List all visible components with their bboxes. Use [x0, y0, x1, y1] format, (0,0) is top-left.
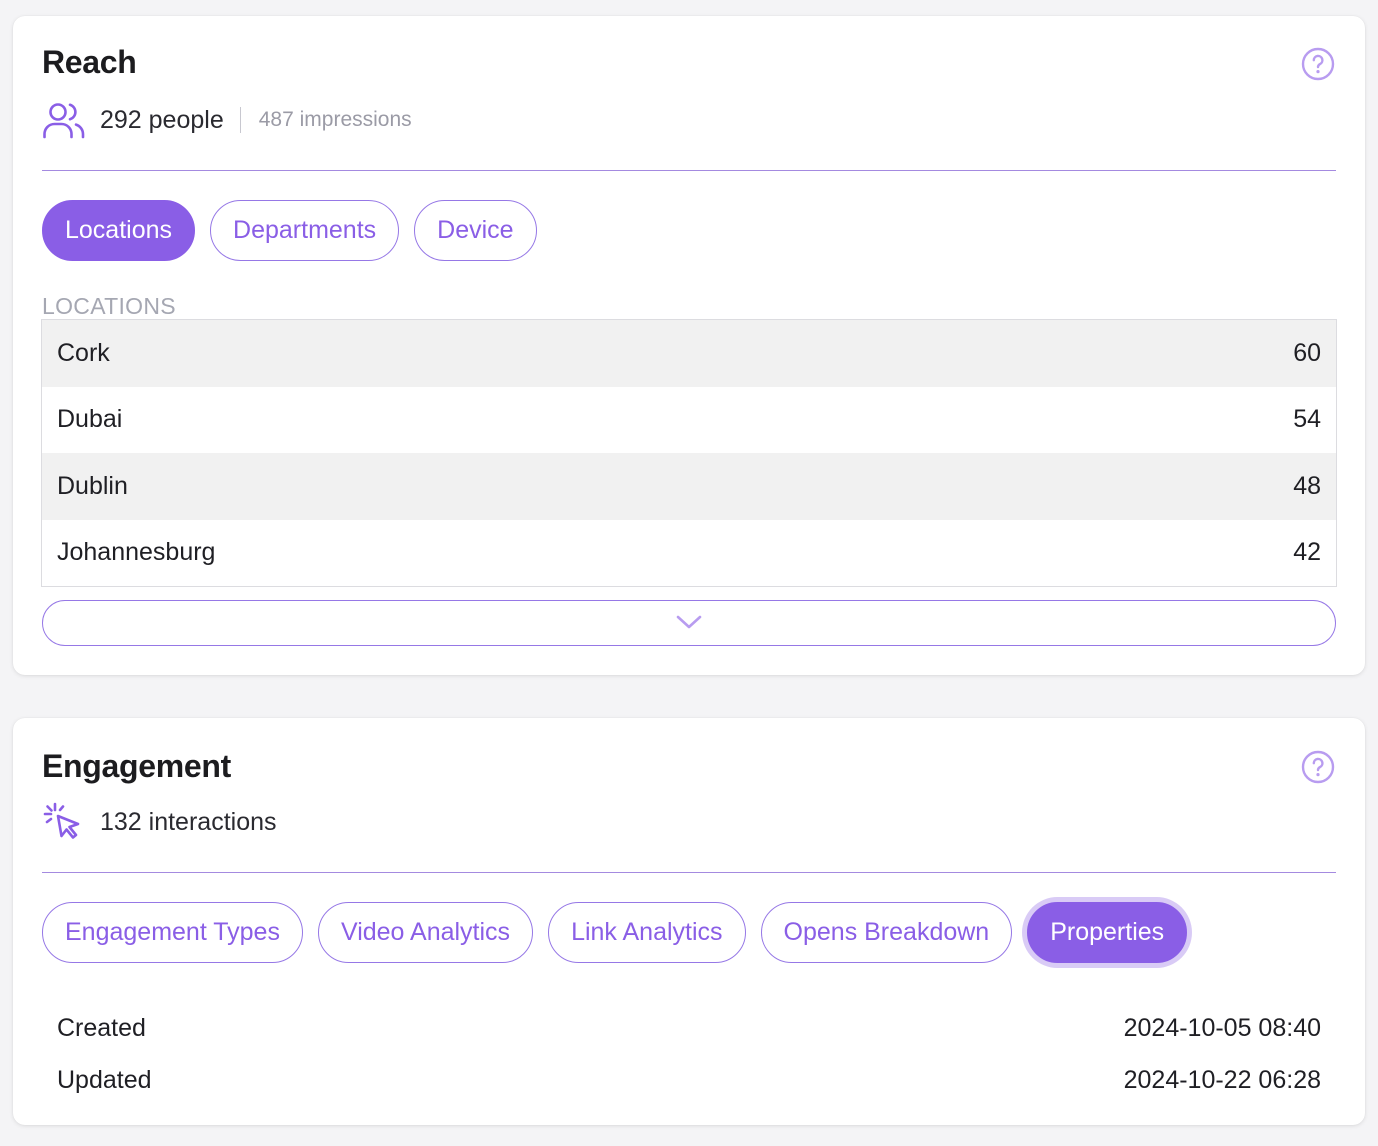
property-row: Created 2024-10-05 08:40 [57, 1002, 1321, 1054]
impressions-count: 487 impressions [258, 108, 412, 131]
table-row: Johannesburg 42 [42, 519, 1336, 586]
tab-link-analytics[interactable]: Link Analytics [548, 902, 746, 963]
locations-table: Cork 60 Dubai 54 Dublin 48 Johannesburg … [41, 319, 1337, 587]
interactions-count: 132 interactions [100, 807, 277, 836]
reach-title: Reach [42, 44, 137, 80]
users-icon [42, 100, 86, 140]
property-label: Created [57, 1013, 146, 1042]
reach-card: Reach 292 people 487 impressions Locatio… [13, 16, 1365, 675]
table-row: Cork 60 [42, 320, 1336, 387]
tab-engagement-types[interactable]: Engagement Types [42, 902, 303, 963]
question-circle-icon[interactable] [1301, 47, 1335, 81]
property-value: 2024-10-22 06:28 [1123, 1065, 1321, 1094]
people-count: 292 people [100, 105, 224, 134]
property-value: 2024-10-05 08:40 [1123, 1013, 1321, 1042]
property-row: Updated 2024-10-22 06:28 [57, 1054, 1321, 1106]
property-label: Updated [57, 1065, 152, 1094]
engagement-card: Engagement 132 interactions Engagement T… [13, 718, 1365, 1125]
table-row: Dubai 54 [42, 386, 1336, 453]
table-row: Dublin 48 [42, 453, 1336, 520]
question-circle-icon[interactable] [1301, 750, 1335, 784]
location-name: Johannesburg [57, 538, 216, 567]
location-name: Cork [57, 338, 110, 367]
reach-divider [42, 170, 1336, 171]
location-name: Dubai [57, 405, 123, 434]
cursor-click-icon [42, 802, 86, 842]
location-count: 60 [1293, 338, 1321, 367]
engagement-title: Engagement [42, 748, 232, 784]
tab-device[interactable]: Device [414, 200, 537, 261]
chevron-down-icon [675, 614, 703, 633]
tab-properties[interactable]: Properties [1027, 902, 1188, 963]
location-count: 48 [1293, 471, 1321, 500]
engagement-tabs: Engagement Types Video Analytics Link An… [42, 902, 1188, 963]
tab-departments[interactable]: Departments [210, 200, 400, 261]
properties-list: Created 2024-10-05 08:40 Updated 2024-10… [57, 1002, 1321, 1106]
engagement-divider [42, 872, 1336, 873]
stat-separator [239, 107, 241, 133]
location-name: Dublin [57, 471, 128, 500]
tab-video-analytics[interactable]: Video Analytics [317, 902, 534, 963]
reach-tabs: Locations Departments Device [42, 200, 537, 261]
tab-locations[interactable]: Locations [42, 200, 196, 261]
locations-section-label: LOCATIONS [42, 293, 176, 319]
tab-opens-breakdown[interactable]: Opens Breakdown [760, 902, 1013, 963]
location-count: 54 [1293, 405, 1321, 434]
location-count: 42 [1293, 538, 1321, 567]
reach-stats: 292 people 487 impressions [42, 100, 412, 140]
expand-locations-button[interactable] [42, 600, 1336, 646]
engagement-stats: 132 interactions [42, 802, 277, 842]
